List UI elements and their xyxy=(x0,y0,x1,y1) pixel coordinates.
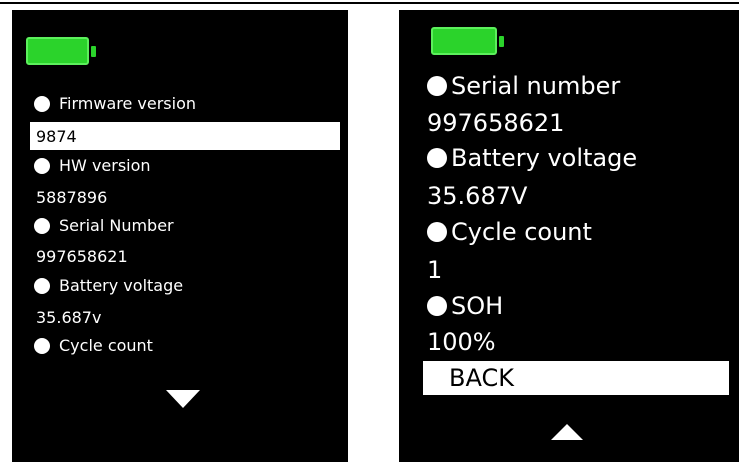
arrow-up-icon[interactable] xyxy=(551,424,583,440)
device-screen-page-2: Serial number 997658621 Battery voltage … xyxy=(399,10,739,462)
bullet-icon xyxy=(34,157,50,174)
device-screen-page-1: Firmware version 9874 HW version 5887896… xyxy=(12,10,348,462)
bullet-icon xyxy=(427,76,447,96)
serial-number-label: Serial number xyxy=(427,72,620,100)
firmware-version-value: 9874 xyxy=(36,127,77,146)
soh-value: 100% xyxy=(427,328,496,356)
back-button-label: BACK xyxy=(449,364,514,392)
bullet-icon xyxy=(34,95,50,112)
serial-number-value: 997658621 xyxy=(427,109,565,137)
cycle-count-value: 1 xyxy=(427,256,443,284)
battery-voltage-value: 35.687v xyxy=(36,308,102,327)
arrow-down-icon[interactable] xyxy=(166,390,200,408)
cycle-count-label: Cycle count xyxy=(427,218,592,246)
soh-label: SOH xyxy=(427,292,503,320)
bullet-icon xyxy=(427,222,447,242)
battery-voltage-value: 35.687V xyxy=(427,182,528,210)
hw-version-label: HW version xyxy=(34,156,151,175)
bullet-icon xyxy=(34,337,50,354)
hw-version-value: 5887896 xyxy=(36,188,108,207)
top-rule xyxy=(0,2,739,4)
battery-voltage-label: Battery voltage xyxy=(34,276,183,295)
cycle-count-label: Cycle count xyxy=(34,336,153,355)
serial-number-label: Serial Number xyxy=(34,216,174,235)
bullet-icon xyxy=(34,277,50,294)
bullet-icon xyxy=(427,148,447,168)
bullet-icon xyxy=(427,296,447,316)
bullet-icon xyxy=(34,217,50,234)
firmware-version-row-selected[interactable]: 9874 xyxy=(30,122,340,150)
back-button[interactable]: BACK xyxy=(423,361,729,395)
serial-number-value: 997658621 xyxy=(36,247,128,266)
firmware-version-label: Firmware version xyxy=(34,94,196,113)
battery-voltage-label: Battery voltage xyxy=(427,144,637,172)
